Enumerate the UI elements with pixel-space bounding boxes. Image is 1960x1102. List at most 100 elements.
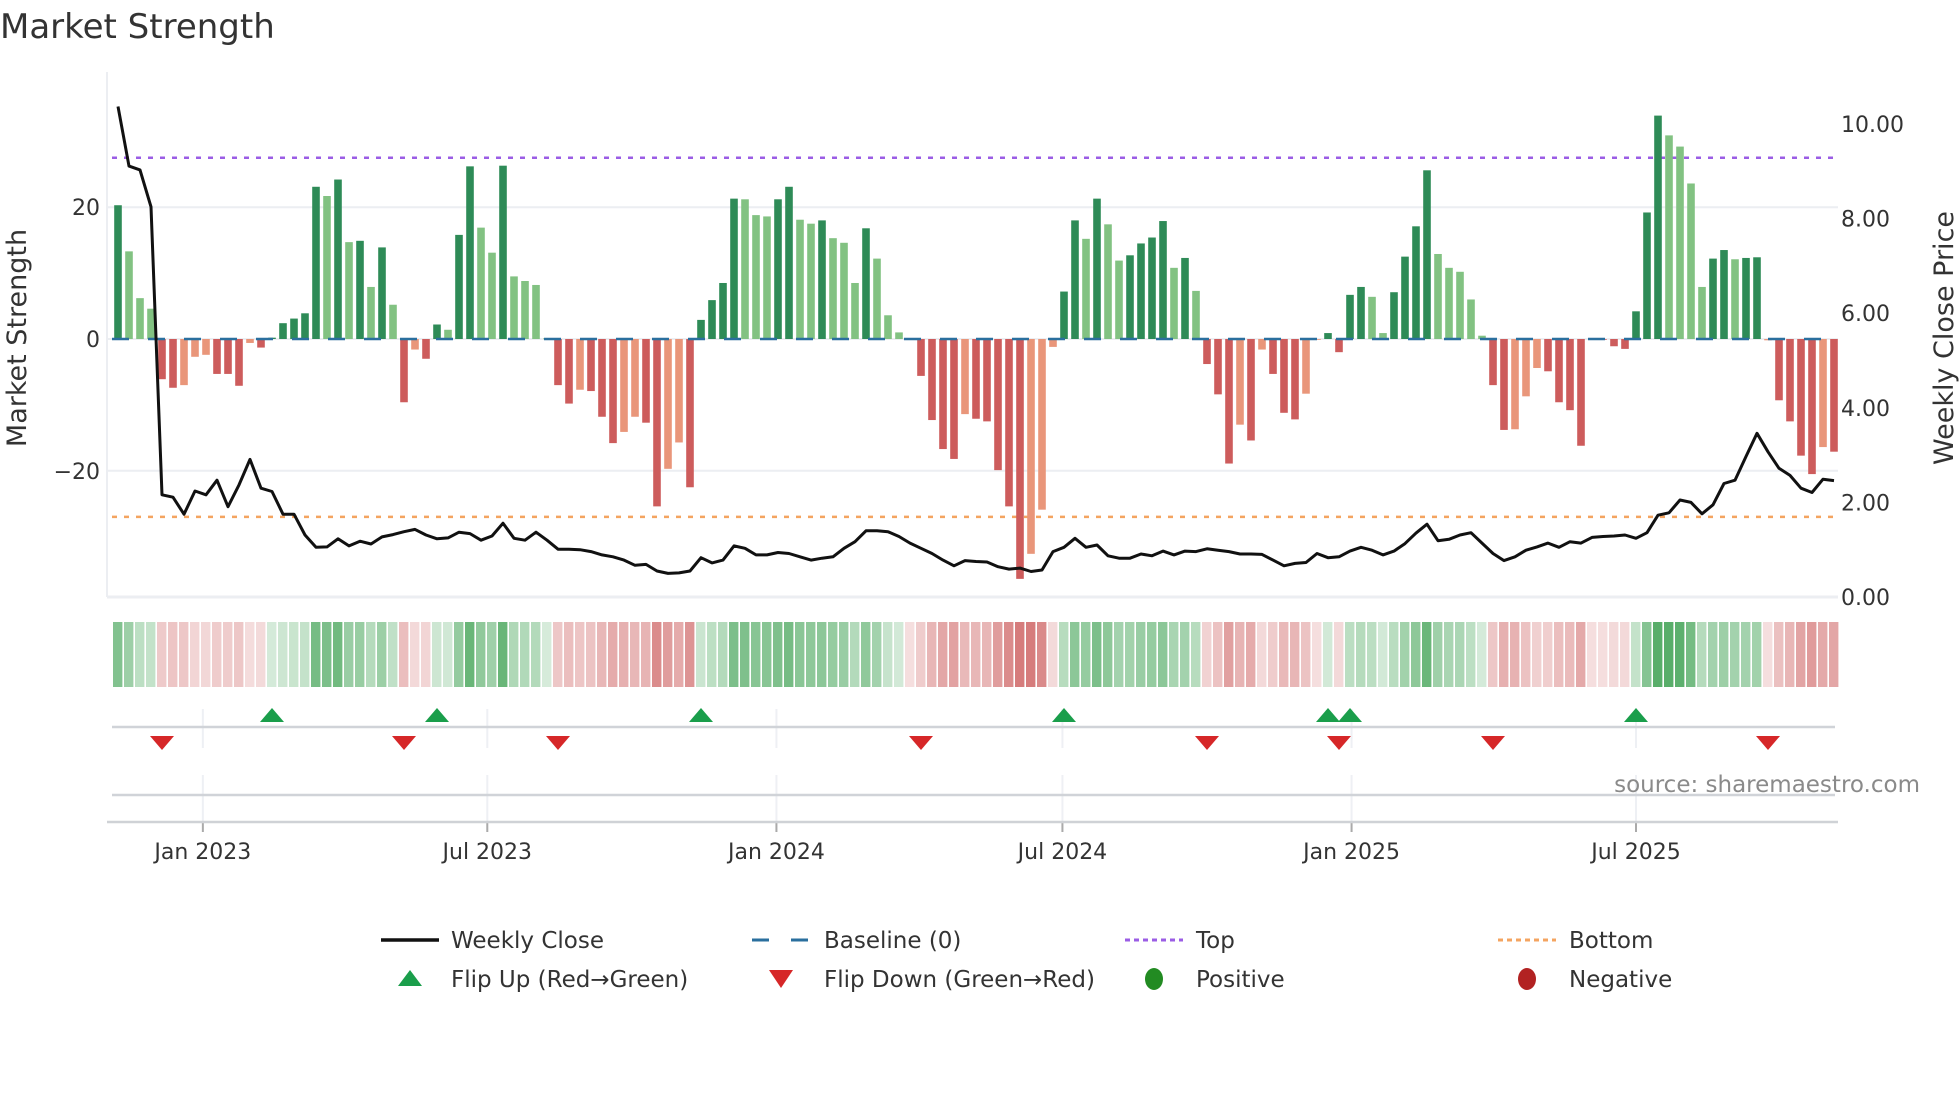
strength-bar bbox=[565, 339, 573, 404]
strip-cell bbox=[982, 622, 992, 687]
strip-cell bbox=[1510, 622, 1520, 687]
legend-label: Flip Down (Green→Red) bbox=[824, 967, 1095, 993]
strength-bar bbox=[1632, 311, 1640, 339]
strength-bar bbox=[939, 339, 947, 450]
strip-cell bbox=[1686, 622, 1696, 687]
x-tick-label: Jan 2025 bbox=[1301, 840, 1400, 865]
left-tick-label: 0 bbox=[86, 328, 100, 353]
x-tick-label: Jul 2023 bbox=[441, 840, 533, 865]
strip-cell bbox=[1774, 622, 1784, 687]
strip-cell bbox=[597, 622, 607, 687]
strip-cell bbox=[1730, 622, 1740, 687]
strip-cell bbox=[1642, 622, 1652, 687]
strength-bar bbox=[1544, 339, 1552, 372]
strip-cell bbox=[960, 622, 970, 687]
strip-cell bbox=[1477, 622, 1487, 687]
strength-bar bbox=[1687, 183, 1695, 339]
strength-bar bbox=[730, 198, 738, 339]
strength-bar bbox=[851, 282, 859, 339]
strength-bar bbox=[400, 339, 408, 403]
strength-bar bbox=[1643, 212, 1651, 339]
strength-bar bbox=[1467, 299, 1475, 339]
strength-bar bbox=[1236, 339, 1244, 425]
strip-cell bbox=[1070, 622, 1080, 687]
strength-bar bbox=[653, 339, 661, 507]
strength-bar bbox=[521, 281, 529, 339]
legend: Weekly Close Baseline (0) Top Bottom Flip Up… bbox=[381, 928, 1672, 993]
strip-cell bbox=[685, 622, 695, 687]
strength-bar bbox=[378, 247, 386, 339]
strength-bar bbox=[1225, 339, 1233, 464]
strength-bar bbox=[609, 339, 617, 444]
strip-cell bbox=[1587, 622, 1597, 687]
strip-cell bbox=[718, 622, 728, 687]
strip-cell bbox=[1323, 622, 1333, 687]
flip-down-marker bbox=[150, 736, 174, 750]
strength-bar bbox=[1335, 339, 1343, 353]
strength-bar bbox=[444, 329, 452, 339]
strength-bar bbox=[587, 339, 595, 392]
strength-bar bbox=[1357, 286, 1365, 339]
strip-cell bbox=[652, 622, 662, 687]
strength-bar bbox=[620, 339, 628, 432]
strength-bar bbox=[1720, 250, 1728, 339]
strip-cell bbox=[212, 622, 222, 687]
strength-bar bbox=[1456, 271, 1464, 339]
strip-cell bbox=[1796, 622, 1806, 687]
strength-bar bbox=[1203, 339, 1211, 365]
strip-cell bbox=[1741, 622, 1751, 687]
strip-cell bbox=[1521, 622, 1531, 687]
strength-bar bbox=[1027, 339, 1035, 554]
strength-bar bbox=[1566, 339, 1574, 411]
strength-bar bbox=[499, 165, 507, 339]
strip-cell bbox=[509, 622, 519, 687]
strength-bar bbox=[1500, 339, 1508, 430]
flip-up-marker bbox=[1338, 708, 1362, 722]
strip-cell bbox=[531, 622, 541, 687]
strip-cell bbox=[1389, 622, 1399, 687]
legend-circle-icon bbox=[1145, 968, 1163, 990]
strip-cell bbox=[1488, 622, 1498, 687]
strip-cell bbox=[773, 622, 783, 687]
strip-cell bbox=[1136, 622, 1146, 687]
strength-bar bbox=[1060, 291, 1068, 339]
strip-cell bbox=[894, 622, 904, 687]
strip-cell bbox=[1653, 622, 1663, 687]
strip-cell bbox=[971, 622, 981, 687]
strength-bar bbox=[246, 339, 254, 343]
right-axis: 0.00 2.00 4.00 6.00 8.00 10.00 bbox=[1841, 113, 1904, 611]
strength-bar bbox=[1423, 170, 1431, 339]
strength-bar bbox=[1808, 339, 1816, 475]
strip-cell bbox=[674, 622, 684, 687]
strip-cell bbox=[1257, 622, 1267, 687]
left-tick-label: −20 bbox=[54, 460, 100, 485]
strip-cell bbox=[806, 622, 816, 687]
flip-down-marker bbox=[1481, 736, 1505, 750]
date-axis: Jan 2023 Jul 2023 Jan 2024 Jul 2024 Jan 2025… bbox=[107, 820, 1838, 865]
chart-title: Market Strength bbox=[0, 7, 275, 47]
strip-cell bbox=[487, 622, 497, 687]
strip-cell bbox=[1202, 622, 1212, 687]
strip-cell bbox=[1345, 622, 1355, 687]
strength-bar bbox=[983, 339, 991, 422]
legend-label: Weekly Close bbox=[451, 928, 604, 954]
strip-cell bbox=[861, 622, 871, 687]
strip-cell bbox=[817, 622, 827, 687]
strip-cell bbox=[762, 622, 772, 687]
strength-bar bbox=[1269, 339, 1277, 374]
strength-bar bbox=[1291, 339, 1299, 420]
strength-bar bbox=[1412, 226, 1420, 339]
strength-bar bbox=[994, 339, 1002, 471]
strength-bar bbox=[125, 251, 133, 339]
flip-up-marker bbox=[1316, 708, 1340, 722]
strip-cell bbox=[311, 622, 321, 687]
strength-bar bbox=[1676, 146, 1684, 339]
strength-bar bbox=[532, 284, 540, 339]
strip-cell bbox=[399, 622, 409, 687]
strip-cell bbox=[223, 622, 233, 687]
strip-cell bbox=[377, 622, 387, 687]
strength-bar bbox=[1170, 267, 1178, 339]
strip-cell bbox=[124, 622, 134, 687]
strip-cell bbox=[157, 622, 167, 687]
strength-bar bbox=[334, 179, 342, 339]
